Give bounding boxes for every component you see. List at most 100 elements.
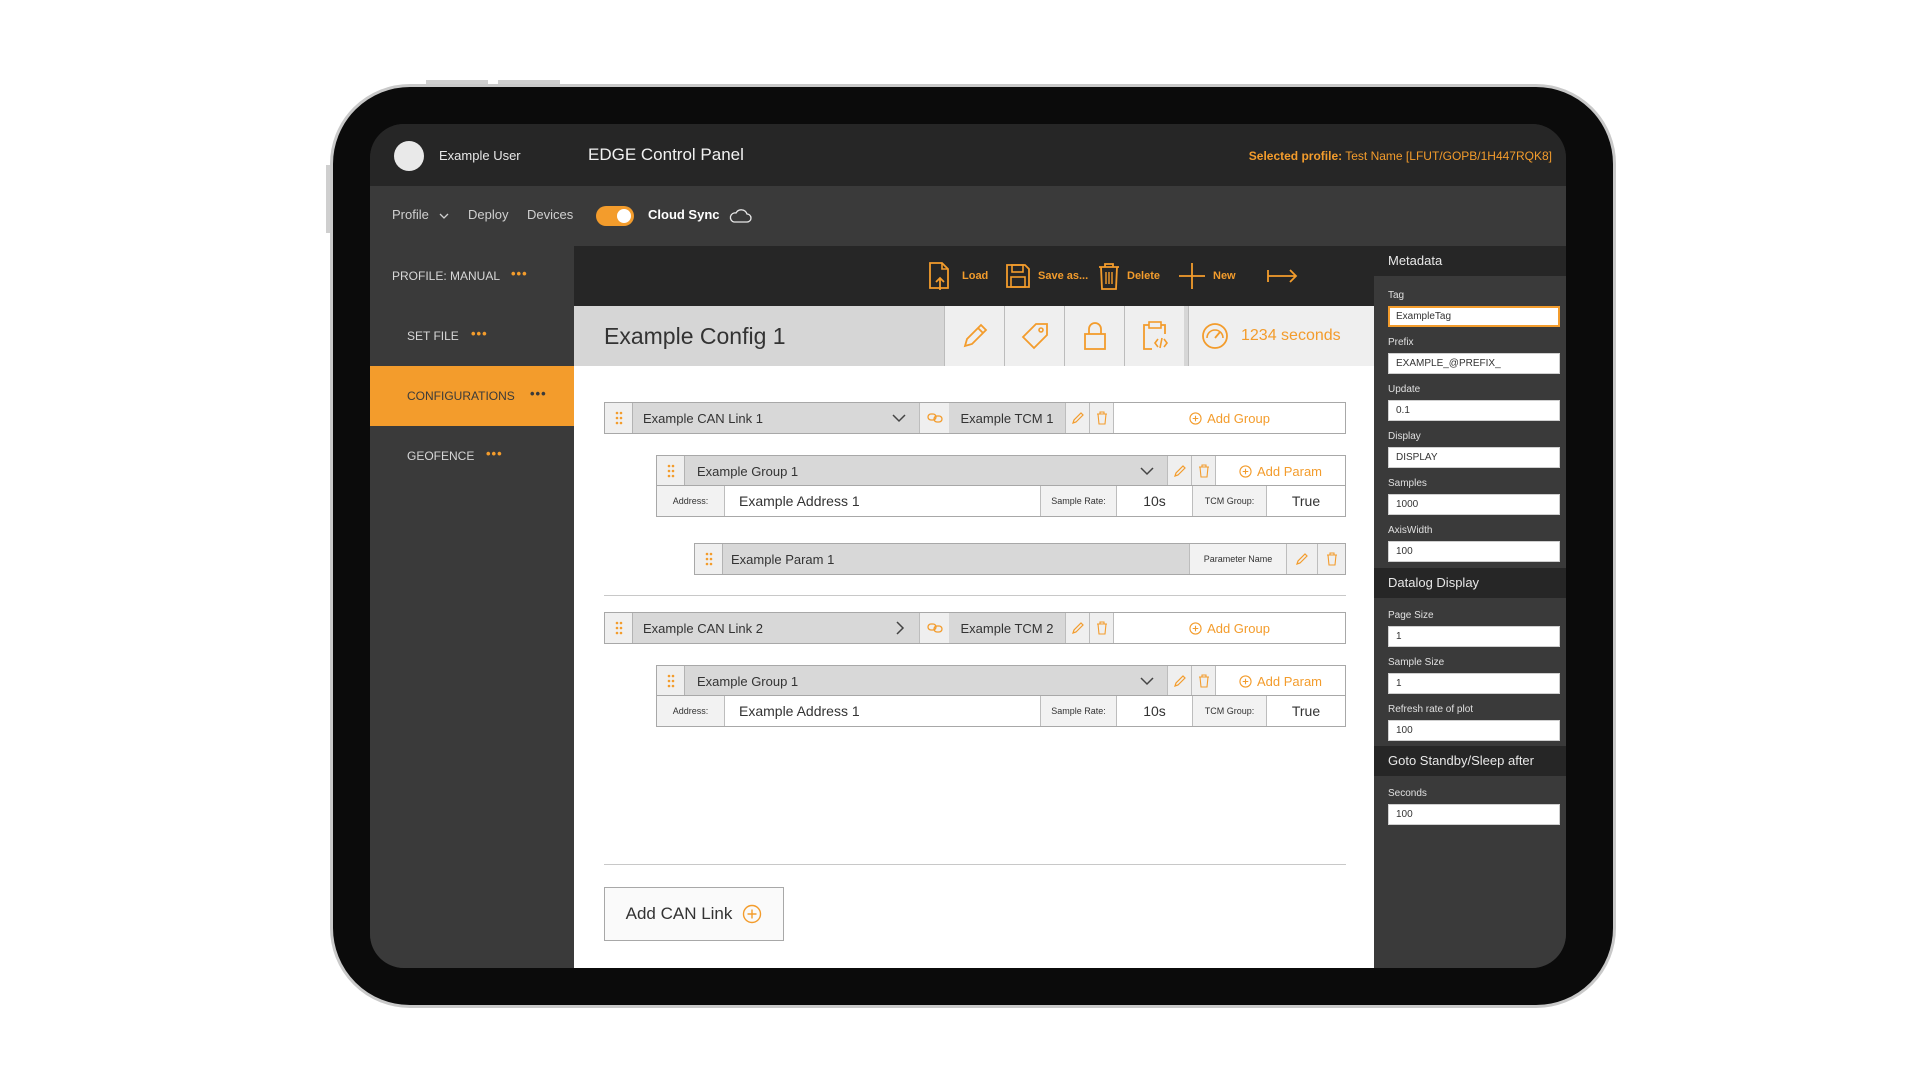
nav-devices[interactable]: Devices xyxy=(527,207,573,222)
sidebar-item-profile-manual[interactable]: PROFILE: MANUAL ••• xyxy=(370,246,574,306)
pencil-icon xyxy=(1071,622,1084,634)
lock-config-button[interactable] xyxy=(1064,306,1124,366)
tcm-group-value[interactable]: True xyxy=(1267,696,1345,726)
page-size-label: Page Size xyxy=(1388,610,1434,621)
avatar[interactable] xyxy=(394,141,424,171)
refresh-rate-input[interactable]: 100 xyxy=(1388,720,1560,741)
chevron-down-icon[interactable] xyxy=(1139,676,1155,686)
axis-width-input[interactable]: 100 xyxy=(1388,541,1560,562)
app-header: Example User EDGE Control Panel Selected… xyxy=(370,124,1566,186)
save-as-button[interactable]: Save as... xyxy=(1004,260,1088,292)
chevron-right-icon[interactable] xyxy=(895,620,905,636)
code-config-button[interactable] xyxy=(1124,306,1184,366)
plus-circle-icon xyxy=(1189,411,1202,425)
collapse-panel-button[interactable] xyxy=(1266,260,1300,292)
edit-param-button[interactable] xyxy=(1287,544,1317,574)
tcm-name[interactable]: Example TCM 2 xyxy=(949,613,1065,643)
metadata-heading: Metadata xyxy=(1374,246,1566,276)
edit-group-button[interactable] xyxy=(1167,456,1191,486)
edit-can-link-button[interactable] xyxy=(1065,613,1089,643)
cloud-sync-toggle[interactable] xyxy=(596,206,634,226)
tag-icon xyxy=(1021,323,1048,350)
add-group-button[interactable]: Add Group xyxy=(1113,403,1345,433)
app-title: EDGE Control Panel xyxy=(588,145,744,164)
group-label: Example Group 1 xyxy=(697,463,799,479)
tcm-group-value[interactable]: True xyxy=(1267,486,1345,516)
drag-handle[interactable] xyxy=(657,456,685,486)
new-button[interactable]: New xyxy=(1177,260,1236,292)
drag-handle[interactable] xyxy=(695,544,723,574)
group-details-row: Address: Example Address 1 Sample Rate: … xyxy=(656,695,1346,727)
chevron-down-icon[interactable] xyxy=(891,413,907,423)
config-duration[interactable]: 1234 seconds xyxy=(1188,306,1374,366)
drag-handle[interactable] xyxy=(605,613,633,643)
tag-config-button[interactable] xyxy=(1004,306,1064,366)
group-name[interactable]: Example Group 1 xyxy=(685,456,1167,486)
param-name[interactable]: Example Param 1 xyxy=(723,544,1189,574)
add-can-link-button[interactable]: Add CAN Link xyxy=(604,887,784,941)
group-name[interactable]: Example Group 1 xyxy=(685,666,1167,696)
edit-config-button[interactable] xyxy=(944,306,1004,366)
sample-rate-value[interactable]: 10s xyxy=(1117,486,1193,516)
more-icon[interactable]: ••• xyxy=(486,446,503,461)
address-value[interactable]: Example Address 1 xyxy=(725,486,1041,516)
nav-deploy[interactable]: Deploy xyxy=(468,207,508,222)
can-link-name[interactable]: Example CAN Link 2 xyxy=(633,613,919,643)
load-button[interactable]: Load xyxy=(926,260,988,292)
top-nav: Profile Deploy Devices Cloud Sync xyxy=(370,186,1566,246)
pencil-icon xyxy=(963,323,987,348)
add-param-button[interactable]: Add Param xyxy=(1215,666,1345,696)
prefix-input[interactable]: EXAMPLE_@PREFIX_ xyxy=(1388,353,1560,374)
selected-profile-value: Test Name [LFUT/GOPB/1H447RQK8] xyxy=(1345,149,1552,163)
plus-circle-icon xyxy=(1189,621,1202,635)
can-link-name[interactable]: Example CAN Link 1 xyxy=(633,403,919,433)
trash-icon xyxy=(1326,552,1337,566)
more-icon[interactable]: ••• xyxy=(511,266,528,281)
drag-handle[interactable] xyxy=(657,666,685,696)
delete-can-link-button[interactable] xyxy=(1089,403,1113,433)
sample-size-input[interactable]: 1 xyxy=(1388,673,1560,694)
tcm-group-label: TCM Group: xyxy=(1193,486,1267,516)
delete-button[interactable]: Delete xyxy=(1097,260,1160,292)
delete-param-button[interactable] xyxy=(1317,544,1345,574)
clipboard-code-icon xyxy=(1142,321,1168,350)
delete-group-button[interactable] xyxy=(1191,666,1215,696)
drag-handle[interactable] xyxy=(605,403,633,433)
address-value[interactable]: Example Address 1 xyxy=(725,696,1041,726)
sample-rate-value[interactable]: 10s xyxy=(1117,696,1193,726)
config-title-bar: Example Config 1 1234 seconds xyxy=(574,306,1374,366)
add-group-button[interactable]: Add Group xyxy=(1113,613,1345,643)
trash-icon xyxy=(1198,464,1209,478)
samples-input[interactable]: 1000 xyxy=(1388,494,1560,515)
divider xyxy=(604,595,1346,596)
tag-input[interactable]: ExampleTag xyxy=(1388,306,1560,327)
config-seconds: 1234 seconds xyxy=(1241,327,1341,344)
metadata-panel: Metadata Tag ExampleTag Prefix EXAMPLE_@… xyxy=(1374,246,1566,968)
display-input[interactable]: DISPLAY xyxy=(1388,447,1560,468)
sample-rate-label: Sample Rate: xyxy=(1041,486,1117,516)
axis-width-label: AxisWidth xyxy=(1388,525,1433,536)
page-size-input[interactable]: 1 xyxy=(1388,626,1560,647)
tablet-button-top-2 xyxy=(498,80,560,84)
nav-profile[interactable]: Profile xyxy=(392,207,450,222)
samples-label: Samples xyxy=(1388,478,1427,489)
delete-can-link-button[interactable] xyxy=(1089,613,1113,643)
delete-group-button[interactable] xyxy=(1191,456,1215,486)
seconds-input[interactable]: 100 xyxy=(1388,804,1560,825)
edit-group-button[interactable] xyxy=(1167,666,1191,696)
param-row: Example Param 1 Parameter Name xyxy=(694,543,1346,575)
link-button[interactable] xyxy=(919,403,949,433)
tcm-name[interactable]: Example TCM 1 xyxy=(949,403,1065,433)
sidebar-item-set-file[interactable]: SET FILE ••• xyxy=(370,306,574,366)
more-icon[interactable]: ••• xyxy=(471,326,488,341)
add-group-label: Add Group xyxy=(1207,620,1270,636)
link-button[interactable] xyxy=(919,613,949,643)
sidebar-item-configurations[interactable]: CONFIGURATIONS ••• xyxy=(370,366,574,426)
plus-circle-icon xyxy=(1239,464,1252,478)
edit-can-link-button[interactable] xyxy=(1065,403,1089,433)
add-param-button[interactable]: Add Param xyxy=(1215,456,1345,486)
update-input[interactable]: 0.1 xyxy=(1388,400,1560,421)
chevron-down-icon[interactable] xyxy=(1139,466,1155,476)
more-icon[interactable]: ••• xyxy=(530,386,547,401)
sidebar-item-geofence[interactable]: GEOFENCE ••• xyxy=(370,426,574,486)
